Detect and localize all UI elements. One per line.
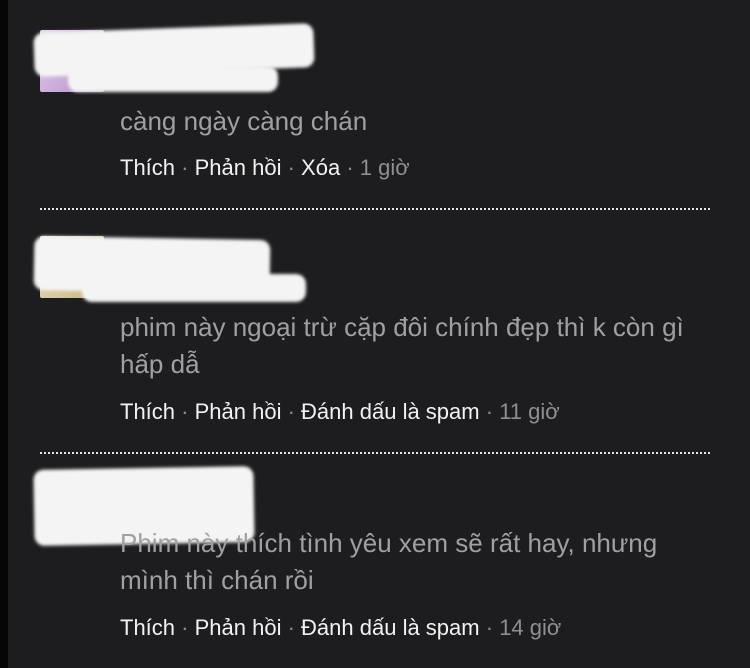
redaction-mark <box>82 274 306 302</box>
redaction-mark <box>68 66 278 92</box>
reply-button[interactable]: Phản hồi <box>195 155 282 180</box>
timestamp[interactable]: 1 giờ <box>360 155 410 180</box>
reply-button[interactable]: Phản hồi <box>195 615 282 640</box>
comment-text: Phim này thích tình yêu xem sẽ rất hay, … <box>120 528 658 595</box>
like-button[interactable]: Thích <box>120 615 175 640</box>
separator: · <box>287 399 302 424</box>
separator: · <box>485 615 500 640</box>
separator: · <box>181 155 195 180</box>
comment-actions: Thích · Phản hồi · Xóa · 1 giờ <box>120 155 410 181</box>
delete-button[interactable]: Xóa <box>301 155 340 180</box>
comment-actions: Thích · Phản hồi · Đánh dấu là spam · 14… <box>120 615 561 641</box>
separator: · <box>287 615 302 640</box>
separator: · <box>181 615 195 640</box>
timestamp[interactable]: 14 giờ <box>499 615 561 640</box>
comment-divider <box>40 208 710 210</box>
like-button[interactable]: Thích <box>120 155 175 180</box>
comment-actions: Thích · Phản hồi · Đánh dấu là spam · 11… <box>120 399 560 425</box>
report-spam-button[interactable]: Đánh dấu là spam <box>301 399 480 424</box>
comments-panel: càng ngày càng chán Thích · Phản hồi · X… <box>8 0 750 668</box>
comment-text: phim này ngoại trừ cặp đôi chính đẹp thì… <box>120 312 684 379</box>
reply-button[interactable]: Phản hồi <box>195 399 282 424</box>
timestamp[interactable]: 11 giờ <box>499 399 560 424</box>
report-spam-button[interactable]: Đánh dấu là spam <box>301 615 480 640</box>
comment-text: càng ngày càng chán <box>120 106 368 136</box>
separator: · <box>287 155 302 180</box>
like-button[interactable]: Thích <box>120 399 175 424</box>
separator: · <box>485 399 500 424</box>
separator: · <box>181 399 195 424</box>
separator: · <box>346 155 360 180</box>
comment-divider <box>40 452 710 454</box>
